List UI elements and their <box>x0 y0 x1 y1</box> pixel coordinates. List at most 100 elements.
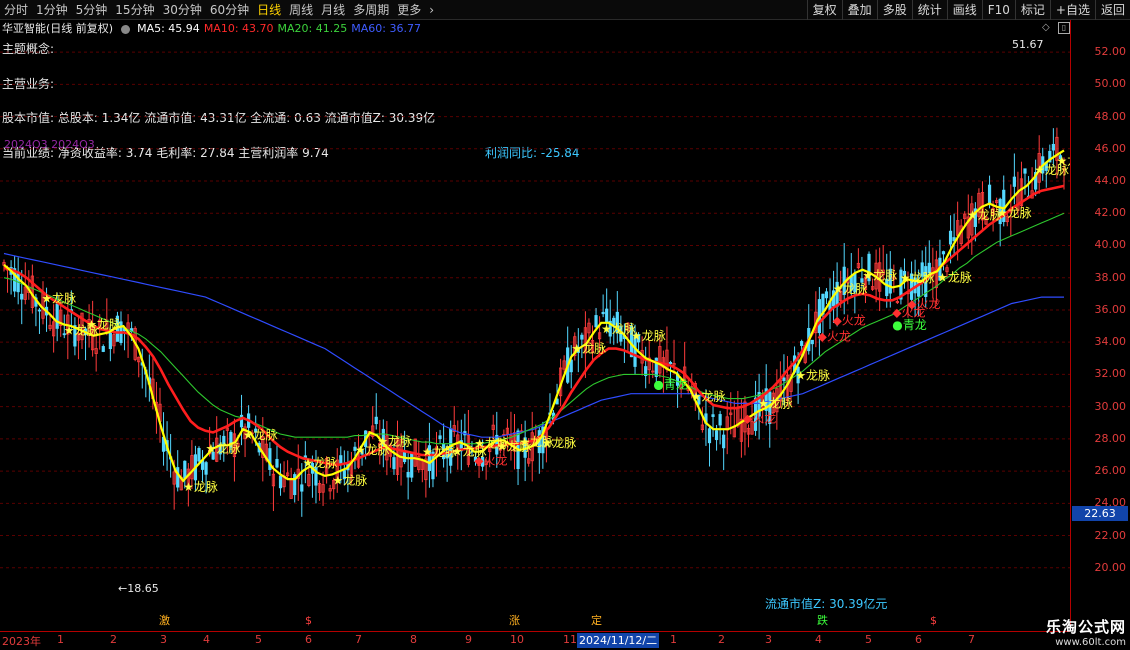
date-label: 8 <box>410 633 417 646</box>
candle-body <box>810 339 814 345</box>
candle-body <box>20 293 24 300</box>
long-signal-label: ★龙脉 <box>86 317 121 332</box>
date-label: 2 <box>718 633 725 646</box>
fire-signal-label: ◆火龙 <box>833 313 866 327</box>
candle-body <box>183 460 187 479</box>
event-marker[interactable]: $ <box>928 613 939 628</box>
price-tick: 38.00 <box>1094 270 1127 284</box>
candle-body <box>37 309 42 312</box>
fire-signal-label: ◆火龙 <box>743 412 776 426</box>
long-signal-label: ★龙脉 <box>377 434 412 449</box>
candle-body <box>197 448 201 462</box>
date-label: 4 <box>815 633 822 646</box>
price-tick: 32.00 <box>1094 367 1127 381</box>
event-marker[interactable]: $ <box>303 613 314 628</box>
candle-body <box>108 331 112 350</box>
high-price-marker: 51.67 <box>1012 38 1044 51</box>
candle-body <box>605 308 609 324</box>
fire-signal-label: ◆火龙 <box>818 329 851 343</box>
long-signal-label: ★龙脉 <box>900 270 935 285</box>
date-label: 5 <box>255 633 262 646</box>
date-label: 2023年 <box>2 635 41 648</box>
candle-body <box>718 414 722 426</box>
watermark-url: www.60lt.com <box>1055 637 1126 648</box>
long-signal-label: ★龙脉 <box>183 479 218 494</box>
date-label: 2 <box>110 633 117 646</box>
price-tick: 50.00 <box>1094 77 1127 91</box>
date-label: 3 <box>765 633 772 646</box>
watermark: 乐淘公式网 www.60lt.com <box>1046 616 1126 648</box>
candle-body <box>374 416 378 425</box>
fire-signal-label: ◆火龙 <box>907 297 940 311</box>
candle-body <box>941 251 946 255</box>
diamond-icon[interactable]: ◇ <box>1042 22 1050 33</box>
price-tick: 44.00 <box>1094 174 1127 188</box>
float-cap-z: 流通市值Z: 30.39亿元 <box>765 597 888 611</box>
candle-body <box>410 451 414 478</box>
long-signal-label: ★龙脉 <box>937 269 972 284</box>
current-price-tag: 22.63 <box>1072 506 1128 521</box>
date-label: 4 <box>203 633 210 646</box>
long-signal-label: ★龙脉 <box>206 441 241 456</box>
date-label: 6 <box>305 633 312 646</box>
candle-body <box>55 303 59 329</box>
long-signal-label: ★龙脉 <box>1057 153 1070 168</box>
candle-body <box>948 230 953 245</box>
fire-signal-label: ◆火龙 <box>474 454 507 468</box>
low-price-marker: ←18.65 <box>118 582 159 595</box>
price-tick: 30.00 <box>1094 399 1127 413</box>
long-signal-label: ★龙脉 <box>833 281 868 296</box>
date-label: 9 <box>465 633 472 646</box>
candle-body <box>711 414 715 417</box>
event-marker[interactable]: 定 <box>589 613 604 628</box>
price-tick: 20.00 <box>1094 560 1127 574</box>
toolbar-button[interactable]: 返回 <box>1094 0 1130 20</box>
long-signal-label: ★龙脉 <box>541 435 576 450</box>
price-tick: 46.00 <box>1094 141 1127 155</box>
price-tick: 48.00 <box>1094 109 1127 123</box>
long-signal-label: ★龙脉 <box>795 368 830 383</box>
cyan-signal-label: ●青龙 <box>653 377 687 391</box>
candle-body <box>101 346 105 352</box>
candle-body <box>668 361 673 365</box>
date-label: 5 <box>865 633 872 646</box>
candle-body <box>278 475 283 489</box>
candle-body <box>782 377 786 382</box>
date-label: 1 <box>57 633 64 646</box>
price-tick: 28.00 <box>1094 431 1127 445</box>
price-tick: 34.00 <box>1094 335 1127 349</box>
window-icon[interactable]: ▯ <box>1058 22 1070 34</box>
event-marker[interactable]: 激 <box>157 613 172 628</box>
candle-body <box>594 315 598 328</box>
date-label: 7 <box>968 633 975 646</box>
date-label: 7 <box>355 633 362 646</box>
price-tick: 22.00 <box>1094 528 1127 542</box>
candle-body <box>714 430 719 441</box>
candle-body <box>204 462 208 475</box>
date-label: 10 <box>510 633 524 646</box>
kline-chart[interactable]: ★龙脉★龙脉★龙脉★龙脉★龙脉★龙脉★龙脉★龙脉★龙脉★龙脉★龙脉★龙脉★龙脉★… <box>0 0 1070 631</box>
price-tick: 52.00 <box>1094 45 1127 59</box>
watermark-site: 乐淘公式网 <box>1045 618 1126 636</box>
candle-body <box>1051 143 1055 151</box>
candle-body <box>722 434 726 449</box>
long-signal-label: ★龙脉 <box>41 291 76 306</box>
candle-body <box>406 471 410 478</box>
long-signal-label: ★龙脉 <box>243 427 278 442</box>
long-signal-label: ★龙脉 <box>303 455 338 470</box>
event-marker[interactable]: 跌 <box>815 613 830 628</box>
long-signal-label: ★龙脉 <box>631 328 666 343</box>
long-signal-label: ★龙脉 <box>862 268 897 283</box>
candle-body <box>392 457 396 470</box>
date-axis: 2023年 1 2 3 4 5 6 7 8 9 10 11 1 2 3 4 5 6 7 2024/11/12/二 <box>0 631 1070 650</box>
candle-body <box>1012 176 1016 187</box>
candle-body <box>339 455 343 465</box>
cyan-signal-label: ●青龙 <box>892 318 926 332</box>
long-signal-label: ★龙脉 <box>997 205 1032 220</box>
event-marker[interactable]: 涨 <box>507 613 522 628</box>
candle-body <box>438 435 442 440</box>
price-tick: 42.00 <box>1094 206 1127 220</box>
price-axis: 52.00 50.00 48.00 46.00 44.00 42.00 40.00 38.00… <box>1070 20 1130 630</box>
candle-body <box>176 467 180 488</box>
long-signal-label: ★龙脉 <box>332 472 367 487</box>
